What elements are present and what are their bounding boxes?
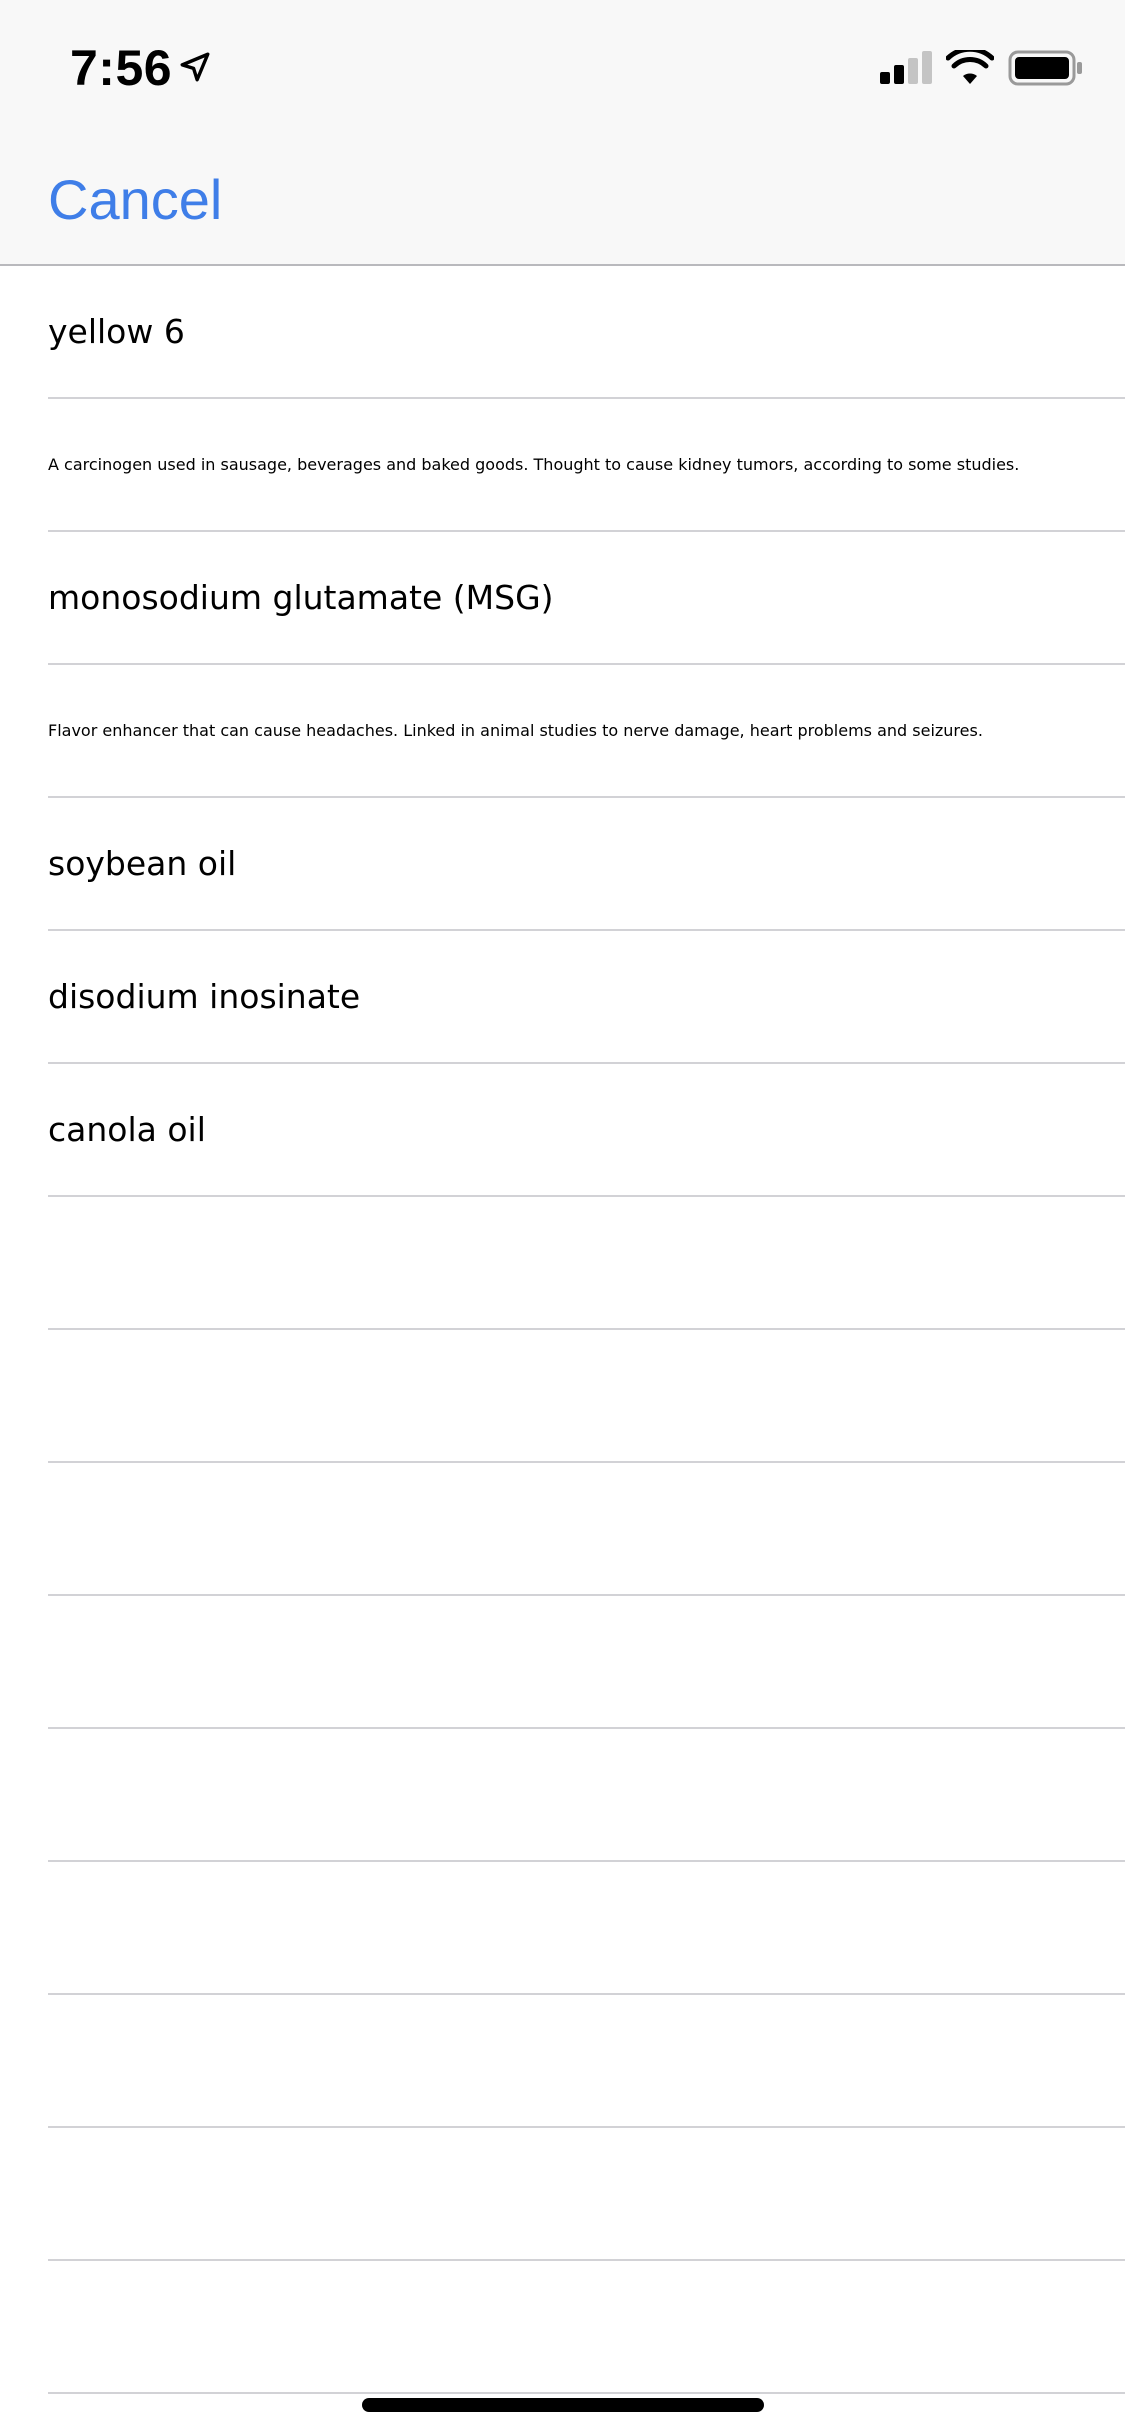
battery-icon: [1008, 50, 1082, 86]
ingredient-description: Flavor enhancer that can cause headaches…: [48, 721, 983, 740]
empty-list-row: [48, 2128, 1125, 2261]
empty-list-row: [48, 1330, 1125, 1463]
empty-list-row: [48, 1463, 1125, 1596]
empty-list-row: [48, 1995, 1125, 2128]
list-item[interactable]: A carcinogen used in sausage, beverages …: [48, 399, 1125, 532]
ingredient-name: monosodium glutamate (MSG): [48, 578, 554, 617]
empty-list-row: [48, 1862, 1125, 1995]
home-indicator[interactable]: [362, 2398, 764, 2412]
list-item[interactable]: monosodium glutamate (MSG): [48, 532, 1125, 665]
status-time: 7:56: [70, 40, 173, 96]
ingredient-description: A carcinogen used in sausage, beverages …: [48, 455, 1020, 474]
empty-list-row: [48, 1197, 1125, 1330]
empty-list-row: [48, 1729, 1125, 1862]
ingredient-list: yellow 6 A carcinogen used in sausage, be…: [0, 266, 1125, 2394]
navigation-bar: Cancel: [0, 140, 1125, 266]
ingredient-name: yellow 6: [48, 312, 185, 351]
ingredient-name: canola oil: [48, 1110, 206, 1149]
cancel-button[interactable]: Cancel: [48, 160, 222, 240]
list-item[interactable]: Flavor enhancer that can cause headaches…: [48, 665, 1125, 798]
ingredient-name: soybean oil: [48, 844, 237, 883]
cellular-signal-icon: [880, 51, 932, 84]
location-arrow-icon: [180, 52, 210, 82]
list-item[interactable]: disodium inosinate: [48, 931, 1125, 1064]
empty-list-row: [48, 2261, 1125, 2394]
wifi-icon: [946, 50, 994, 84]
list-item[interactable]: soybean oil: [48, 798, 1125, 931]
list-item[interactable]: canola oil: [48, 1064, 1125, 1197]
empty-list-row: [48, 1596, 1125, 1729]
ingredient-name: disodium inosinate: [48, 977, 361, 1016]
status-bar: 7:56: [0, 0, 1125, 140]
list-item[interactable]: yellow 6: [48, 266, 1125, 399]
